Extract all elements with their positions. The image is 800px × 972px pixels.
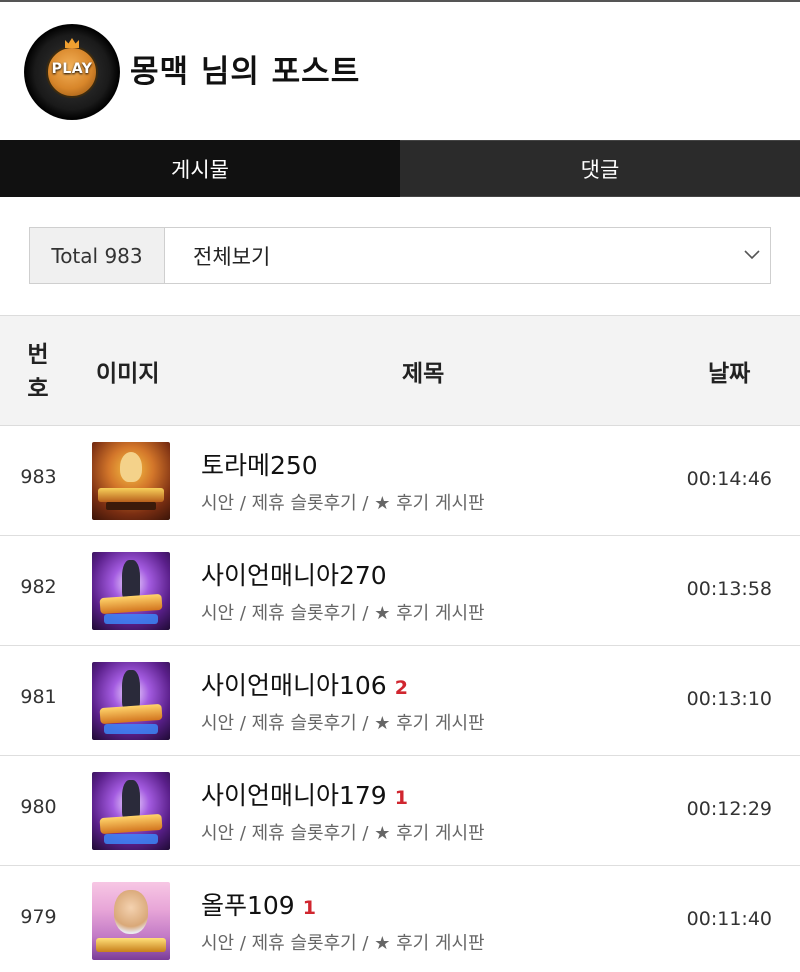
post-title-text: 올푸109 [201,891,295,920]
table-row[interactable]: 982 사이언매니아270 시안 / 제휴 슬롯후기 / ★ 후기 게시판 00… [0,536,800,646]
post-title[interactable]: 올푸109 1 [201,886,316,922]
column-header-image: 이미지 [96,361,160,387]
game-logo-banner [99,813,163,835]
profile-header: PLAY 몽맥 님의 포스트 [0,2,800,140]
avatar[interactable]: PLAY [24,24,120,120]
crown-icon [65,38,79,48]
game-logo-base [104,614,158,624]
post-date: 00:13:58 [686,578,772,600]
column-header-number: 번호 [22,338,54,406]
column-header-title: 제목 [402,361,445,387]
game-logo-banner [99,703,163,725]
post-number: 983 [20,466,57,488]
post-title-text: 토라메250 [201,451,318,480]
page-title: 몽맥 님의 포스트 [130,54,361,90]
post-category: 시안 / 제휴 슬롯후기 / ★ 후기 게시판 [201,493,485,514]
table-header: 번호 이미지 제목 날짜 [0,315,800,426]
table-row[interactable]: 979 올푸109 1 시안 / 제휴 슬롯후기 / ★ 후기 게시판 00:11… [0,866,800,972]
comment-count: 1 [302,897,316,919]
game-logo-subbanner [106,502,156,510]
game-logo-banner [96,938,166,952]
comment-count: 1 [394,787,408,809]
post-category: 시안 / 제휴 슬롯후기 / ★ 후기 게시판 [201,713,485,734]
column-header-number-text: 번호 [27,342,49,402]
post-thumbnail[interactable] [92,442,170,520]
post-thumbnail[interactable] [92,882,170,960]
post-title-text: 사이언매니아179 [201,781,387,810]
post-number: 981 [20,686,57,708]
post-title-text: 사이언매니아270 [201,561,387,590]
comment-count: 2 [394,677,408,699]
post-title[interactable]: 사이언매니아270 [201,556,395,592]
game-logo-banner [99,593,163,615]
rabbit-figure [120,452,142,482]
post-thumbnail[interactable] [92,552,170,630]
total-count: Total 983 [30,228,165,283]
avatar-label: PLAY [51,61,93,77]
post-category: 시안 / 제휴 슬롯후기 / ★ 후기 게시판 [201,603,485,624]
post-date: 00:11:40 [686,908,772,930]
table-row[interactable]: 981 사이언매니아106 2 시안 / 제휴 슬롯후기 / ★ 후기 게시판 0… [0,646,800,756]
post-thumbnail[interactable] [92,662,170,740]
tab-posts[interactable]: 게시물 [0,140,400,197]
category-select[interactable]: 전체보기 [165,228,770,283]
post-title[interactable]: 사이언매니아106 2 [201,666,408,702]
post-number: 982 [20,576,57,598]
post-number: 979 [20,906,57,928]
game-logo-banner [98,488,164,502]
game-logo-base [104,834,158,844]
post-list: 983 토라메250 시안 / 제휴 슬롯후기 / ★ 후기 게시판 00:14… [0,426,800,972]
post-date: 00:12:29 [686,798,772,820]
tab-bar: 게시물 댓글 [0,140,800,197]
post-date: 00:13:10 [686,688,772,710]
table-row[interactable]: 980 사이언매니아179 1 시안 / 제휴 슬롯후기 / ★ 후기 게시판 0… [0,756,800,866]
column-header-date: 날짜 [708,361,751,387]
tab-comments[interactable]: 댓글 [400,140,800,197]
chevron-down-icon [744,250,760,260]
character-figure [122,780,140,820]
table-row[interactable]: 983 토라메250 시안 / 제휴 슬롯후기 / ★ 후기 게시판 00:14… [0,426,800,536]
filter-bar: Total 983 전체보기 [29,227,771,284]
post-number: 980 [20,796,57,818]
post-thumbnail[interactable] [92,772,170,850]
post-title-text: 사이언매니아106 [201,671,387,700]
post-category: 시안 / 제휴 슬롯후기 / ★ 후기 게시판 [201,823,485,844]
game-logo-base [104,724,158,734]
post-title[interactable]: 사이언매니아179 1 [201,776,408,812]
zeus-face [114,890,148,934]
character-figure [122,560,140,600]
post-title[interactable]: 토라메250 [201,446,326,482]
character-figure [122,670,140,710]
post-date: 00:14:46 [686,468,772,490]
category-select-value: 전체보기 [193,244,271,269]
post-category: 시안 / 제휴 슬롯후기 / ★ 후기 게시판 [201,933,485,954]
